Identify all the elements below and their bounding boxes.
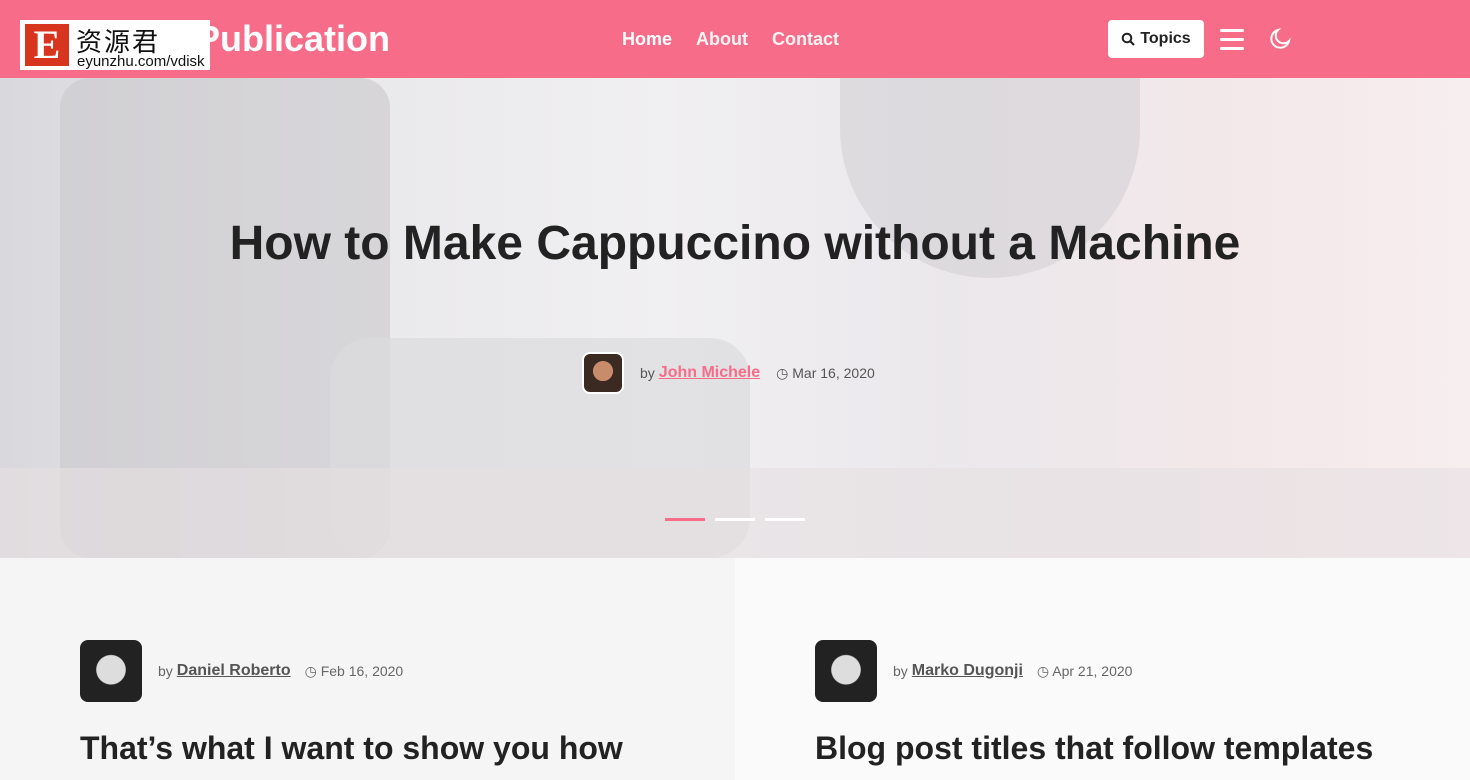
date-text: Feb 16, 2020 bbox=[320, 662, 404, 679]
slider-dots bbox=[665, 518, 805, 521]
clock-icon: ◷ bbox=[304, 662, 321, 679]
post-title[interactable]: Blog post titles that follow templates bbox=[815, 728, 1373, 768]
watermark-url: eyunzhu.com/vdisk bbox=[77, 53, 205, 70]
post-date: ◷ Feb 16, 2020 bbox=[305, 663, 404, 680]
author-avatar[interactable] bbox=[582, 352, 624, 394]
topics-button[interactable]: Topics bbox=[1108, 20, 1204, 58]
top-navbar: Publication E 资源君 eyunzhu.com/vdisk Home… bbox=[0, 0, 1470, 78]
watermark-logo: E 资源君 eyunzhu.com/vdisk bbox=[20, 20, 210, 70]
topics-label: Topics bbox=[1140, 30, 1191, 47]
author-link[interactable]: Daniel Roberto bbox=[177, 662, 291, 680]
hero-title[interactable]: How to Make Cappuccino without a Machine bbox=[0, 216, 1470, 272]
menu-icon[interactable] bbox=[1220, 29, 1244, 56]
author-avatar[interactable] bbox=[80, 640, 142, 702]
author-link[interactable]: John Michele bbox=[659, 364, 760, 382]
nav-links: Home About Contact bbox=[622, 29, 839, 50]
date-text: Apr 21, 2020 bbox=[1052, 662, 1133, 679]
hero-slider[interactable]: How to Make Cappuccino without a Machine… bbox=[0, 78, 1470, 558]
nav-contact[interactable]: Contact bbox=[772, 29, 839, 50]
hero-meta: by John Michele ◷ Mar 16, 2020 bbox=[582, 352, 875, 394]
post-date: ◷ Apr 21, 2020 bbox=[1037, 663, 1133, 680]
post-title[interactable]: That’s what I want to show you how bbox=[80, 728, 623, 768]
author-avatar[interactable] bbox=[815, 640, 877, 702]
nav-about[interactable]: About bbox=[696, 29, 748, 50]
post-meta: by Marko Dugonji ◷ Apr 21, 2020 bbox=[815, 640, 1132, 702]
slide-dot-2[interactable] bbox=[715, 518, 755, 521]
by-label: by bbox=[158, 663, 173, 679]
nav-home[interactable]: Home bbox=[622, 29, 672, 50]
moon-icon[interactable] bbox=[1268, 27, 1292, 51]
by-label: by bbox=[640, 365, 655, 381]
post-card: by Marko Dugonji ◷ Apr 21, 2020 Blog pos… bbox=[735, 558, 1470, 780]
post-card: by Daniel Roberto ◷ Feb 16, 2020 That’s … bbox=[0, 558, 735, 780]
search-icon bbox=[1122, 32, 1136, 46]
date-text: Mar 16, 2020 bbox=[792, 364, 875, 381]
slide-dot-1[interactable] bbox=[665, 518, 705, 521]
post-date: ◷ Mar 16, 2020 bbox=[776, 365, 875, 382]
by-label: by bbox=[893, 663, 908, 679]
slide-dot-3[interactable] bbox=[765, 518, 805, 521]
author-link[interactable]: Marko Dugonji bbox=[912, 662, 1023, 680]
clock-icon: ◷ bbox=[776, 364, 793, 381]
clock-icon: ◷ bbox=[1036, 662, 1053, 679]
brand-logo[interactable]: Publication bbox=[196, 18, 390, 60]
watermark-letter: E bbox=[25, 24, 69, 66]
post-meta: by Daniel Roberto ◷ Feb 16, 2020 bbox=[80, 640, 403, 702]
